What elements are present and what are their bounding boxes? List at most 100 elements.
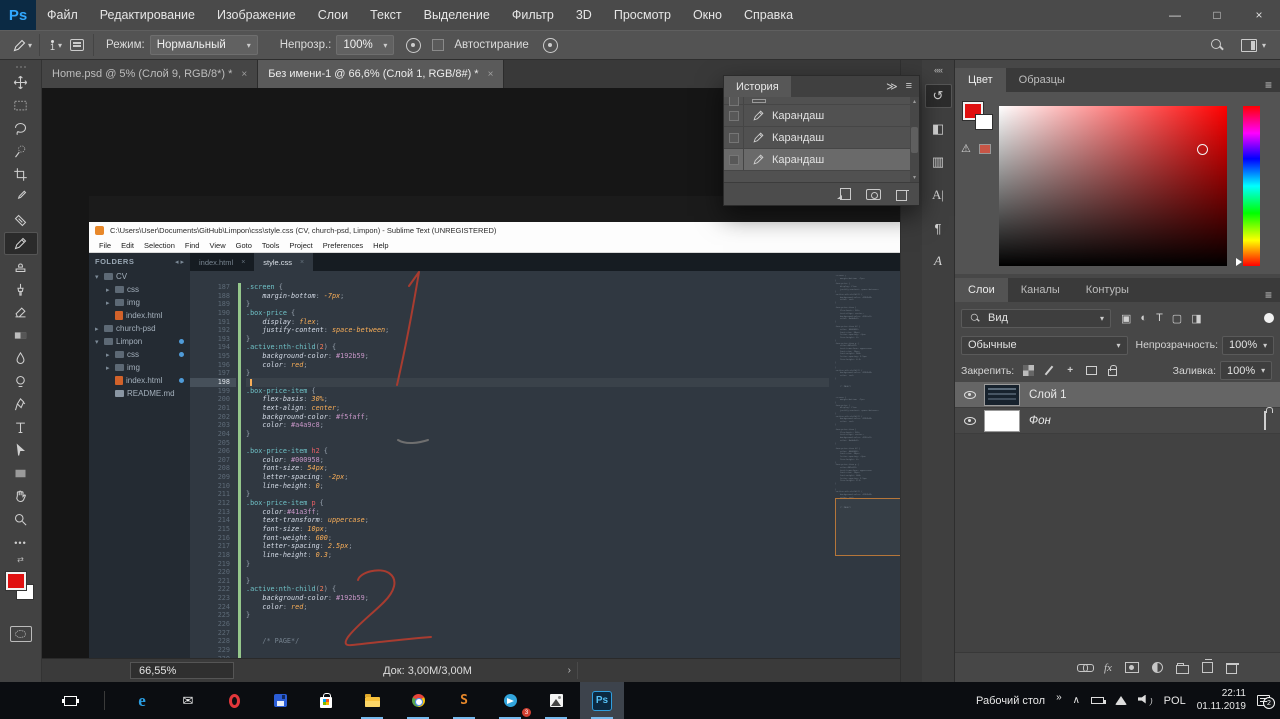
code-line-203[interactable]: color: #a4a9c8; bbox=[246, 421, 829, 430]
sublime-menu-item-help[interactable]: Help bbox=[368, 241, 393, 250]
dodge-tool[interactable] bbox=[4, 370, 38, 393]
code-line-229[interactable] bbox=[246, 646, 829, 655]
lock-artboard-icon[interactable] bbox=[1084, 364, 1098, 377]
tree-item-css[interactable]: ▸ css bbox=[89, 348, 190, 361]
layer-style-icon[interactable]: fx bbox=[1104, 662, 1112, 674]
ps-menu-item-Файл[interactable]: Файл bbox=[36, 0, 89, 30]
dock-glyphs-icon[interactable]: A bbox=[925, 249, 952, 273]
taskbar-floppy-icon[interactable] bbox=[258, 682, 302, 719]
taskbar-task-view-icon[interactable] bbox=[48, 682, 92, 719]
code-line-209[interactable]: letter-spacing: -2px; bbox=[246, 473, 829, 482]
eraser-tool[interactable] bbox=[4, 301, 38, 324]
document-size-field[interactable]: Док: 3,00M/3,00M › bbox=[278, 662, 578, 679]
code-line-192[interactable]: justify-content: space-between; bbox=[246, 326, 829, 335]
ps-menu-item-Редактирование[interactable]: Редактирование bbox=[89, 0, 206, 30]
lock-position-icon[interactable]: + bbox=[1063, 364, 1077, 377]
tool-preset-chevron-icon[interactable]: ▾ bbox=[28, 41, 32, 50]
lock-all-icon[interactable] bbox=[1105, 364, 1119, 377]
hue-slider-marker[interactable] bbox=[1236, 258, 1242, 266]
code-line-221[interactable]: } bbox=[246, 577, 829, 586]
history-source-checkbox[interactable] bbox=[724, 127, 744, 148]
move-tool[interactable] bbox=[4, 71, 38, 94]
ps-menu-item-Слои[interactable]: Слои bbox=[307, 0, 359, 30]
tree-item-img[interactable]: ▸ img bbox=[89, 296, 190, 309]
history-source-checkbox[interactable] bbox=[724, 149, 744, 170]
tab-layers[interactable]: Слои bbox=[955, 278, 1008, 302]
taskbar-explorer-icon[interactable] bbox=[350, 682, 394, 719]
taskbar-store-icon[interactable] bbox=[304, 682, 348, 719]
code-line-217[interactable]: letter-spacing: 2.5px; bbox=[246, 542, 829, 551]
workspace-chevron-icon[interactable]: ▾ bbox=[1262, 41, 1266, 50]
filter-toggle[interactable] bbox=[1264, 313, 1274, 323]
history-entry-2[interactable]: Карандаш bbox=[724, 149, 919, 171]
saturation-brightness-field[interactable] bbox=[999, 106, 1227, 266]
toolbar-grip[interactable] bbox=[0, 63, 41, 71]
code-line-202[interactable]: background-color: #f5faff; bbox=[246, 413, 829, 422]
minimize-icon[interactable]: — bbox=[1154, 0, 1196, 30]
layer-filter-select[interactable]: Вид ▾ bbox=[961, 308, 1111, 328]
sublime-menu-item-view[interactable]: View bbox=[204, 241, 230, 250]
new-doc-from-state-icon[interactable] bbox=[837, 188, 851, 200]
delete-layer-icon[interactable] bbox=[1225, 663, 1239, 674]
ps-menu-item-3D[interactable]: 3D bbox=[565, 0, 603, 30]
taskbar-chrome-icon[interactable] bbox=[396, 682, 440, 719]
gradient-tool[interactable] bbox=[4, 324, 38, 347]
lock-transparency-icon[interactable] bbox=[1021, 364, 1035, 377]
new-layer-icon[interactable] bbox=[1201, 659, 1213, 673]
code-line-226[interactable] bbox=[246, 620, 829, 629]
filter-pixel-layers-icon[interactable]: ▣ bbox=[1121, 312, 1131, 325]
taskbar-photos-icon[interactable] bbox=[534, 682, 578, 719]
code-line-208[interactable]: font-size: 54px; bbox=[246, 464, 829, 473]
code-line-228[interactable]: /* PAGE*/ bbox=[246, 637, 829, 646]
code-line-196[interactable]: color: red; bbox=[246, 361, 829, 370]
color-picker-ring[interactable] bbox=[1197, 144, 1208, 155]
expand-panels-icon[interactable]: «« bbox=[922, 60, 954, 75]
panel-collapse-icon[interactable]: ≫ bbox=[886, 80, 898, 93]
code-line-211[interactable]: } bbox=[246, 490, 829, 499]
history-entry-1[interactable]: Карандаш bbox=[724, 127, 919, 149]
healing-tool[interactable] bbox=[4, 209, 38, 232]
autoerase-checkbox[interactable] bbox=[432, 39, 445, 51]
taskbar-mail-icon[interactable]: ✉ bbox=[166, 682, 210, 719]
tab-channels[interactable]: Каналы bbox=[1008, 278, 1073, 302]
zoom-level-field[interactable]: 66,55% bbox=[130, 662, 234, 679]
code-line-227[interactable] bbox=[246, 629, 829, 638]
sublime-menu-item-selection[interactable]: Selection bbox=[139, 241, 180, 250]
code-line-197[interactable]: } bbox=[246, 369, 829, 378]
code-line-187[interactable]: .screen { bbox=[246, 283, 829, 292]
gamut-warning-icon[interactable]: ⚠ bbox=[961, 142, 971, 155]
pencil-tool[interactable] bbox=[3, 232, 38, 255]
history-scrollbar[interactable]: ▴ ▾ bbox=[910, 97, 919, 182]
fill-select[interactable]: 100% ▾ bbox=[1220, 361, 1272, 380]
new-snapshot-icon[interactable] bbox=[866, 188, 881, 200]
layer-row-Слой 1[interactable]: Слой 1 bbox=[955, 382, 1280, 408]
code-line-213[interactable]: color:#41a3ff; bbox=[246, 508, 829, 517]
tree-item-README.md[interactable]: README.md bbox=[89, 387, 190, 400]
clock[interactable]: 22:11 01.11.2019 bbox=[1197, 688, 1246, 713]
search-icon[interactable] bbox=[1208, 36, 1226, 54]
brush-panel-icon[interactable] bbox=[68, 36, 86, 54]
document-layer-screenshot[interactable]: C:\Users\User\Documents\GitHub\Limpon\cs… bbox=[89, 196, 986, 718]
blur-tool[interactable] bbox=[4, 347, 38, 370]
layer-visibility-eye-icon[interactable] bbox=[964, 390, 976, 399]
blend-mode-select[interactable]: Обычные ▾ bbox=[961, 335, 1128, 355]
taskbar-opera-icon[interactable] bbox=[212, 682, 256, 719]
taskbar-telegram-icon[interactable]: 3 bbox=[488, 682, 532, 719]
zoom-tool[interactable] bbox=[4, 508, 38, 531]
pressure-size-icon[interactable] bbox=[542, 36, 560, 54]
history-entry-0[interactable]: Карандаш bbox=[724, 105, 919, 127]
gamut-swatch[interactable] bbox=[979, 144, 991, 154]
toolbar-chevron[interactable]: » bbox=[1056, 692, 1062, 703]
code-line-220[interactable] bbox=[246, 568, 829, 577]
code-line-194[interactable]: .active:nth-child(2) { bbox=[246, 343, 829, 352]
type-tool[interactable] bbox=[4, 416, 38, 439]
quick-select-tool[interactable] bbox=[4, 140, 38, 163]
workspace-icon[interactable] bbox=[1240, 36, 1258, 54]
code-line-200[interactable]: flex-basis: 30%; bbox=[246, 395, 829, 404]
desktop-toolbar-label[interactable]: Рабочий стол bbox=[976, 695, 1045, 707]
code-line-222[interactable]: .active:nth-child(2) { bbox=[246, 585, 829, 594]
wifi-icon[interactable] bbox=[1115, 696, 1127, 705]
code-line-193[interactable]: } bbox=[246, 335, 829, 344]
adjustment-layer-icon[interactable] bbox=[1151, 662, 1163, 673]
edit-toolbar-icon[interactable]: ••• bbox=[4, 531, 38, 554]
